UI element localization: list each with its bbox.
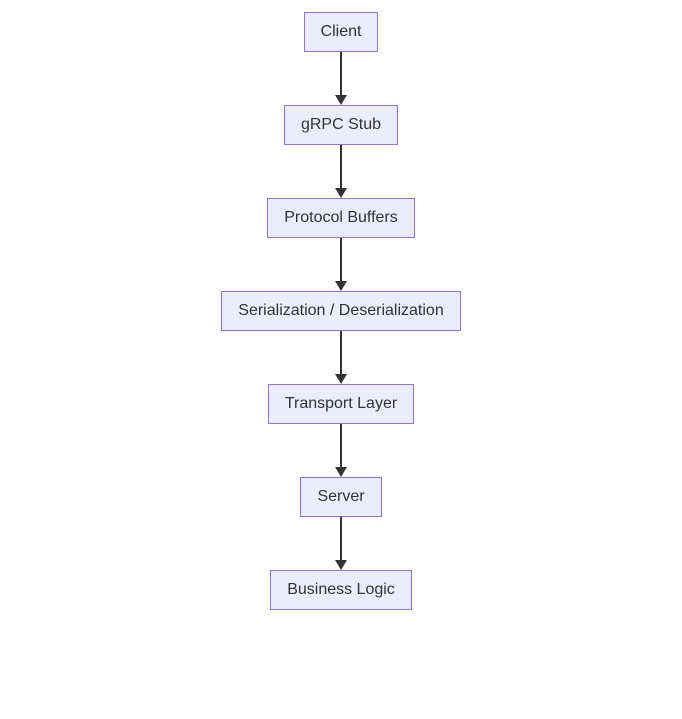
arrowhead-icon bbox=[335, 188, 347, 198]
arrowhead-icon bbox=[335, 467, 347, 477]
edge-line bbox=[340, 52, 342, 96]
node-client: Client bbox=[304, 12, 379, 52]
edge-transport-layer-to-server bbox=[335, 424, 347, 477]
node-business-logic: Business Logic bbox=[270, 570, 412, 610]
edge-client-to-grpc-stub bbox=[335, 52, 347, 105]
arrowhead-icon bbox=[335, 374, 347, 384]
edge-line bbox=[340, 517, 342, 561]
edge-grpc-stub-to-protocol-buffers bbox=[335, 145, 347, 198]
flowchart: Client gRPC Stub Protocol Buffers Serial… bbox=[0, 0, 682, 719]
node-grpc-stub: gRPC Stub bbox=[284, 105, 398, 145]
node-transport-layer: Transport Layer bbox=[268, 384, 414, 424]
edge-line bbox=[340, 424, 342, 468]
edge-serialization-to-transport-layer bbox=[335, 331, 347, 384]
arrowhead-icon bbox=[335, 95, 347, 105]
node-serialization: Serialization / Deserialization bbox=[221, 291, 460, 331]
node-server: Server bbox=[300, 477, 381, 517]
arrowhead-icon bbox=[335, 281, 347, 291]
node-protocol-buffers: Protocol Buffers bbox=[267, 198, 415, 238]
edge-server-to-business-logic bbox=[335, 517, 347, 570]
edge-line bbox=[340, 238, 342, 282]
edge-line bbox=[340, 145, 342, 189]
arrowhead-icon bbox=[335, 560, 347, 570]
edge-line bbox=[340, 331, 342, 375]
edge-protocol-buffers-to-serialization bbox=[335, 238, 347, 291]
